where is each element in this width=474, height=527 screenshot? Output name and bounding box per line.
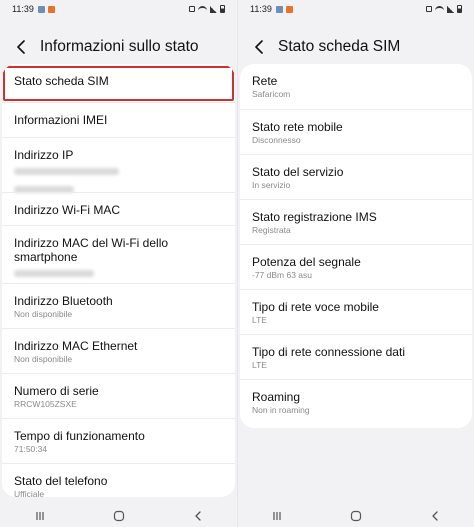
gallery-notification-icon [37, 5, 45, 13]
list-item-indirizzo-mac-wifi-smartphone[interactable]: Indirizzo MAC del Wi-Fi dello smartphone [2, 225, 235, 283]
page-title: Informazioni sullo stato [40, 38, 199, 55]
item-value: Disconnesso [252, 135, 301, 145]
nav-back-icon[interactable] [428, 509, 442, 523]
left-screen: 11:39 Informazioni sullo stato Stato sch… [0, 0, 237, 527]
sim-status-list: Rete Safaricom Stato rete mobile Disconn… [240, 64, 472, 428]
signal-icon [210, 5, 217, 13]
gallery-notification-icon [275, 5, 283, 13]
item-label: Indirizzo IP [14, 148, 74, 162]
home-icon[interactable] [112, 509, 126, 523]
list-item-rete[interactable]: Rete Safaricom [240, 64, 472, 109]
item-value: RRCW105ZSXE [14, 399, 77, 409]
list-item-stato-rete-mobile[interactable]: Stato rete mobile Disconnesso [240, 109, 472, 154]
status-bar: 11:39 [238, 0, 474, 18]
item-label: Tipo di rete voce mobile [252, 300, 379, 314]
navigation-bar [0, 505, 237, 527]
redacted-value [14, 168, 119, 175]
item-label: Potenza del segnale [252, 255, 361, 269]
item-label: Tempo di funzionamento [14, 429, 145, 443]
list-item-indirizzo-mac-ethernet[interactable]: Indirizzo MAC Ethernet Non disponibile [2, 328, 235, 373]
mute-icon [426, 6, 432, 12]
wifi-icon [198, 5, 207, 13]
header: Informazioni sullo stato [12, 30, 225, 64]
status-bar: 11:39 [0, 0, 237, 18]
item-label: Stato registrazione IMS [252, 210, 377, 224]
right-screen: 11:39 Stato scheda SIM Rete Safaricom St… [237, 0, 474, 527]
item-label: Roaming [252, 390, 301, 404]
back-arrow-icon[interactable] [250, 37, 270, 57]
list-item-tipo-rete-connessione-dati[interactable]: Tipo di rete connessione dati LTE [240, 334, 472, 379]
list-item-informazioni-imei[interactable]: Informazioni IMEI [2, 102, 235, 137]
item-label: Indirizzo Wi-Fi MAC [14, 203, 121, 217]
item-value: Non in roaming [252, 405, 310, 415]
list-item-stato-del-telefono[interactable]: Stato del telefono Ufficiale [2, 463, 235, 497]
item-value: Non disponibile [14, 354, 73, 364]
shop-notification-icon [47, 5, 55, 13]
settings-list: Stato scheda SIM Informazioni IMEI Indir… [2, 64, 235, 497]
item-value: LTE [252, 315, 267, 325]
list-item-numero-di-serie[interactable]: Numero di serie RRCW105ZSXE [2, 373, 235, 418]
signal-icon [447, 5, 454, 13]
list-item-stato-del-servizio[interactable]: Stato del servizio In servizio [240, 154, 472, 199]
navigation-bar [238, 505, 474, 527]
page-title: Stato scheda SIM [278, 38, 401, 55]
item-value: Ufficiale [14, 489, 45, 497]
item-value: -77 dBm 63 asu [252, 270, 313, 280]
list-item-roaming[interactable]: Roaming Non in roaming [240, 379, 472, 428]
redacted-value [14, 270, 94, 277]
item-label: Stato rete mobile [252, 120, 343, 134]
item-label: Indirizzo MAC Ethernet [14, 339, 138, 353]
item-label: Rete [252, 74, 278, 88]
list-item-indirizzo-ip[interactable]: Indirizzo IP [2, 137, 235, 193]
item-value: 71:50:34 [14, 444, 48, 454]
item-label: Stato del telefono [14, 474, 108, 488]
nav-back-icon[interactable] [191, 509, 205, 523]
list-item-tipo-rete-voce-mobile[interactable]: Tipo di rete voce mobile LTE [240, 289, 472, 334]
mute-icon [189, 6, 195, 12]
status-time: 11:39 [250, 4, 272, 14]
back-arrow-icon[interactable] [12, 37, 32, 57]
list-item-stato-registrazione-ims[interactable]: Stato registrazione IMS Registrata [240, 199, 472, 244]
item-label: Informazioni IMEI [14, 113, 108, 127]
recent-apps-icon[interactable] [270, 509, 284, 523]
wifi-icon [435, 5, 444, 13]
item-label: Stato del servizio [252, 165, 344, 179]
list-item-potenza-del-segnale[interactable]: Potenza del segnale -77 dBm 63 asu [240, 244, 472, 289]
item-value: LTE [252, 360, 267, 370]
item-label: Numero di serie [14, 384, 99, 398]
home-icon[interactable] [349, 509, 363, 523]
header: Stato scheda SIM [250, 30, 462, 64]
list-item-tempo-di-funzionamento[interactable]: Tempo di funzionamento 71:50:34 [2, 418, 235, 463]
item-value: In servizio [252, 180, 291, 190]
list-item-indirizzo-bluetooth[interactable]: Indirizzo Bluetooth Non disponibile [2, 283, 235, 328]
shop-notification-icon [285, 5, 293, 13]
item-label: Tipo di rete connessione dati [252, 345, 405, 359]
item-value: Non disponibile [14, 309, 73, 319]
highlight-box [3, 66, 234, 101]
item-value: Registrata [252, 225, 291, 235]
list-item-indirizzo-wifi-mac[interactable]: Indirizzo Wi-Fi MAC [2, 192, 235, 225]
item-label: Indirizzo Bluetooth [14, 294, 113, 308]
item-label: Indirizzo MAC del Wi-Fi dello smartphone [14, 236, 169, 264]
item-value: Safaricom [252, 89, 291, 99]
battery-icon [220, 5, 225, 13]
status-time: 11:39 [12, 4, 34, 14]
battery-icon [457, 5, 462, 13]
recent-apps-icon[interactable] [33, 509, 47, 523]
